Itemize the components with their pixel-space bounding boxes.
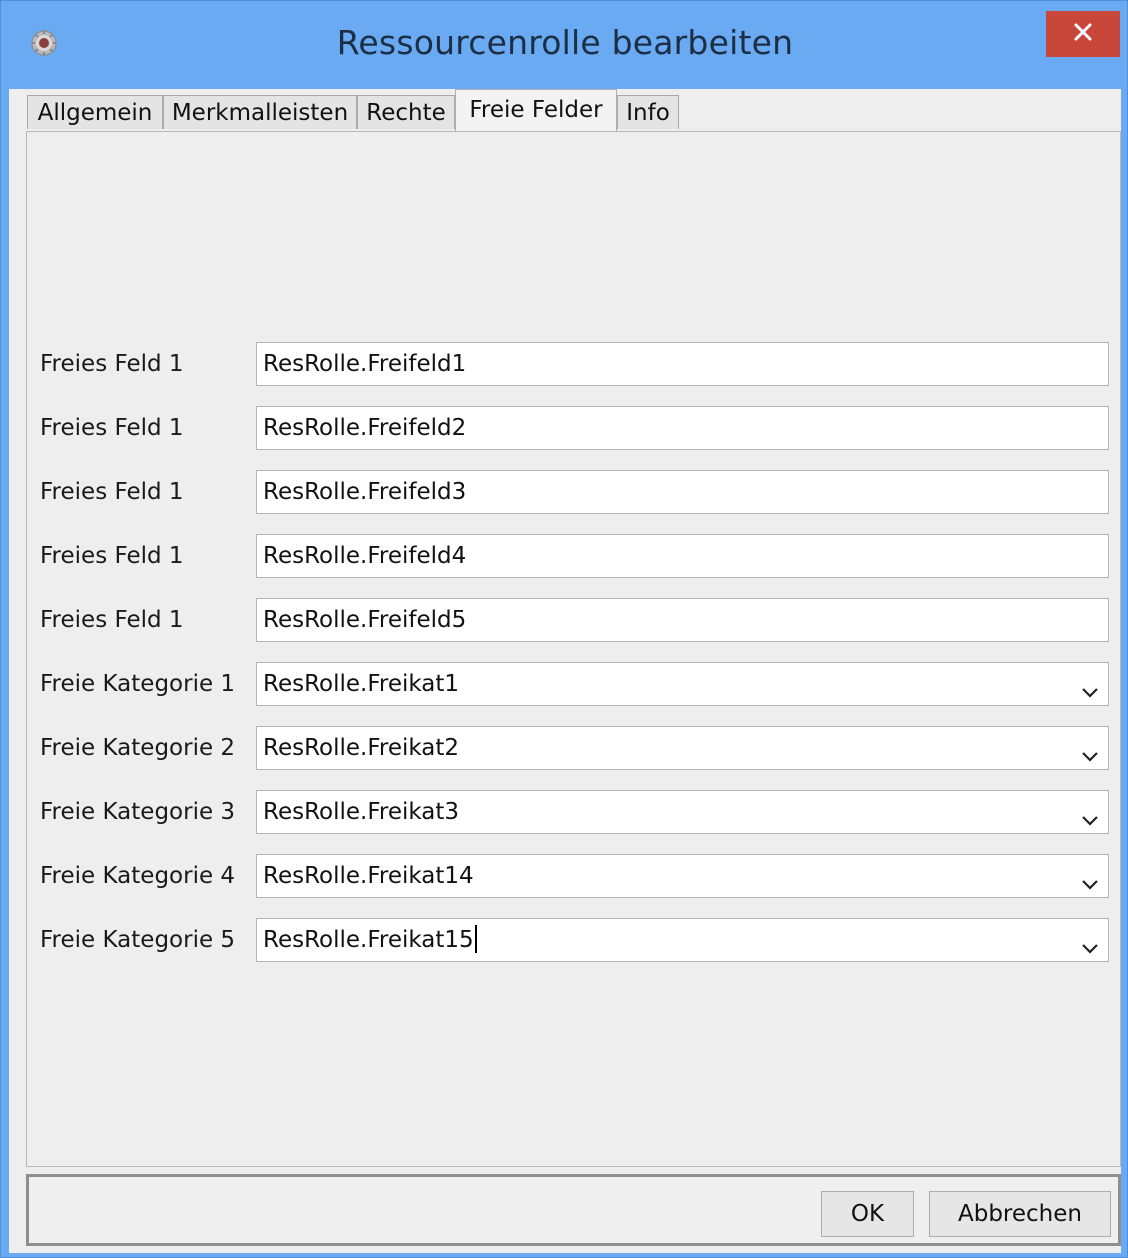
free-category-row: Freie Kategorie 1 ResRolle.Freikat1: [27, 662, 1120, 706]
free-field-value: ResRolle.Freifeld1: [263, 351, 467, 377]
dialog-window: Ressourcenrolle bearbeiten Allgemein Mer…: [0, 0, 1128, 1258]
tab-allgemein[interactable]: Allgemein: [27, 95, 163, 129]
free-field-label: Freies Feld 1: [40, 415, 184, 441]
window-title: Ressourcenrolle bearbeiten: [336, 23, 794, 62]
chevron-down-icon[interactable]: [1080, 866, 1100, 890]
free-field-value: ResRolle.Freifeld5: [263, 607, 467, 633]
close-icon: [1073, 22, 1093, 46]
free-field-value: ResRolle.Freifeld2: [263, 415, 467, 441]
button-bar: OK Abbrechen: [26, 1174, 1121, 1246]
chevron-down-icon[interactable]: [1080, 738, 1100, 762]
freie-felder-panel: Freies Feld 1 ResRolle.Freifeld1 Freies …: [26, 131, 1121, 1167]
free-category-5-combobox[interactable]: ResRolle.Freikat15: [256, 918, 1109, 962]
free-category-label: Freie Kategorie 4: [40, 863, 236, 889]
free-category-row: Freie Kategorie 5 ResRolle.Freikat15: [27, 918, 1120, 962]
free-field-row: Freies Feld 1 ResRolle.Freifeld4: [27, 534, 1120, 578]
free-category-value: ResRolle.Freikat1: [263, 671, 460, 697]
free-field-1-input[interactable]: ResRolle.Freifeld1: [256, 342, 1109, 386]
free-field-2-input[interactable]: ResRolle.Freifeld2: [256, 406, 1109, 450]
tab-info[interactable]: Info: [617, 95, 679, 129]
free-field-row: Freies Feld 1 ResRolle.Freifeld5: [27, 598, 1120, 642]
close-button[interactable]: [1046, 11, 1120, 57]
free-category-2-combobox[interactable]: ResRolle.Freikat2: [256, 726, 1109, 770]
tab-rechte[interactable]: Rechte: [357, 95, 455, 129]
tab-freie-felder[interactable]: Freie Felder: [455, 89, 617, 131]
ok-button[interactable]: OK: [821, 1191, 914, 1237]
free-category-value: ResRolle.Freikat3: [263, 799, 460, 825]
free-category-value: ResRolle.Freikat15: [263, 927, 474, 953]
free-field-label: Freies Feld 1: [40, 479, 184, 505]
free-field-label: Freies Feld 1: [40, 543, 184, 569]
title-bar[interactable]: Ressourcenrolle bearbeiten: [1, 1, 1128, 89]
free-category-3-combobox[interactable]: ResRolle.Freikat3: [256, 790, 1109, 834]
free-category-label: Freie Kategorie 2: [40, 735, 236, 761]
free-field-4-input[interactable]: ResRolle.Freifeld4: [256, 534, 1109, 578]
free-category-row: Freie Kategorie 2 ResRolle.Freikat2: [27, 726, 1120, 770]
free-field-label: Freies Feld 1: [40, 607, 184, 633]
free-category-4-combobox[interactable]: ResRolle.Freikat14: [256, 854, 1109, 898]
tab-merkmalleisten[interactable]: Merkmalleisten: [163, 95, 357, 129]
chevron-down-icon[interactable]: [1080, 674, 1100, 698]
free-category-label: Freie Kategorie 5: [40, 927, 236, 953]
free-field-value: ResRolle.Freifeld3: [263, 479, 467, 505]
chevron-down-icon[interactable]: [1080, 802, 1100, 826]
free-field-label: Freies Feld 1: [40, 351, 184, 377]
cancel-button[interactable]: Abbrechen: [929, 1191, 1111, 1237]
free-field-row: Freies Feld 1 ResRolle.Freifeld3: [27, 470, 1120, 514]
free-category-value: ResRolle.Freikat14: [263, 863, 474, 889]
free-category-value: ResRolle.Freikat2: [263, 735, 460, 761]
free-category-row: Freie Kategorie 3 ResRolle.Freikat3: [27, 790, 1120, 834]
free-field-value: ResRolle.Freifeld4: [263, 543, 467, 569]
free-field-3-input[interactable]: ResRolle.Freifeld3: [256, 470, 1109, 514]
dialog-client-area: Allgemein Merkmalleisten Rechte Freie Fe…: [9, 89, 1121, 1253]
free-category-row: Freie Kategorie 4 ResRolle.Freikat14: [27, 854, 1120, 898]
free-field-row: Freies Feld 1 ResRolle.Freifeld1: [27, 342, 1120, 386]
chevron-down-icon[interactable]: [1080, 930, 1100, 954]
free-field-5-input[interactable]: ResRolle.Freifeld5: [256, 598, 1109, 642]
free-category-label: Freie Kategorie 3: [40, 799, 236, 825]
free-category-1-combobox[interactable]: ResRolle.Freikat1: [256, 662, 1109, 706]
text-caret: [474, 924, 477, 953]
free-category-label: Freie Kategorie 1: [40, 671, 236, 697]
free-field-row: Freies Feld 1 ResRolle.Freifeld2: [27, 406, 1120, 450]
